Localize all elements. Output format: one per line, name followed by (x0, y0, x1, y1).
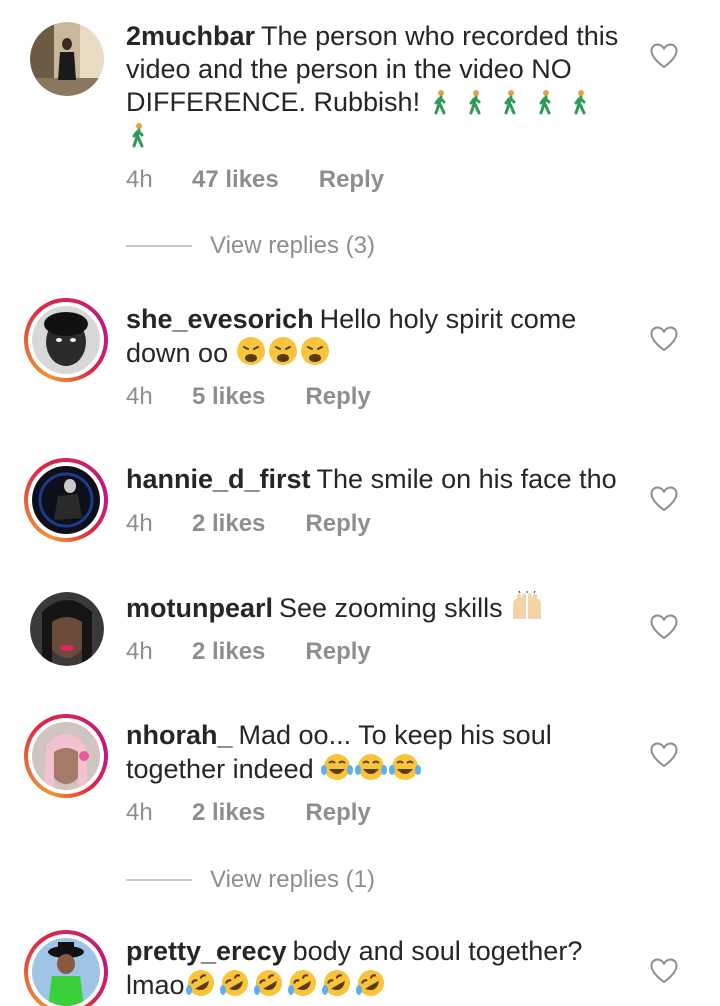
username[interactable]: hannie_d_first (126, 464, 311, 494)
like-heart-icon[interactable] (650, 486, 678, 512)
username[interactable]: she_evesorich (126, 304, 314, 334)
username[interactable]: motunpearl (126, 593, 273, 623)
tears-of-joy-icon (355, 754, 388, 780)
like-heart-icon[interactable] (650, 326, 678, 352)
rolling-on-floor-laughing-icon (219, 970, 248, 996)
walking-person-icon (504, 90, 516, 115)
walking-person-icon (539, 90, 551, 115)
comment-body: The smile on his face tho (316, 464, 617, 494)
walking-person-icon (434, 90, 446, 115)
reply-button[interactable]: Reply (305, 799, 370, 827)
avatar-image (32, 938, 100, 1006)
tears-of-joy-icon (321, 754, 354, 780)
walking-person-icon (469, 90, 481, 115)
weary-face-icon (236, 337, 265, 365)
comment-text: she_evesorich Hello holy spirit come down… (126, 303, 626, 370)
comment-text: hannie_d_first The smile on his face tho (126, 463, 626, 496)
comment-meta: 4h 2 likes Reply (126, 799, 371, 827)
reply-button[interactable]: Reply (305, 383, 370, 411)
emoji-row (321, 754, 423, 784)
emoji-row (236, 337, 332, 368)
rolling-on-floor-laughing-icon (253, 970, 282, 996)
comment-text: motunpearl See zooming skills (126, 591, 626, 625)
reply-button[interactable]: Reply (305, 510, 370, 538)
emoji-row (185, 970, 389, 1000)
rolling-on-floor-laughing-icon (287, 970, 316, 996)
walking-person-icon (132, 123, 144, 148)
emoji-row (510, 591, 553, 623)
reply-button[interactable]: Reply (305, 638, 370, 666)
likes-count[interactable]: 2 likes (192, 510, 265, 538)
rolling-on-floor-laughing-icon (355, 970, 384, 996)
timestamp: 4h (126, 638, 153, 665)
view-replies-label: View replies (3) (210, 232, 375, 259)
username[interactable]: 2muchbar (126, 21, 255, 51)
view-replies-button[interactable]: View replies (3) (126, 232, 375, 260)
avatar-image (32, 466, 100, 534)
comment-text: 2muchbar The person who recorded this vid… (126, 20, 626, 152)
likes-count[interactable]: 2 likes (192, 638, 265, 666)
like-heart-icon[interactable] (650, 43, 678, 69)
avatar-image (30, 22, 104, 96)
comment-meta: 4h 47 likes Reply (126, 166, 384, 194)
avatar[interactable] (24, 930, 108, 1006)
timestamp: 4h (126, 510, 153, 537)
comment-meta: 4h 2 likes Reply (126, 510, 371, 538)
tears-of-joy-icon (389, 754, 422, 780)
likes-count[interactable]: 47 likes (192, 166, 279, 194)
username[interactable]: nhorah_ (126, 720, 233, 750)
comment-meta: 4h 2 likes Reply (126, 638, 371, 666)
reply-button[interactable]: Reply (319, 166, 384, 194)
comment-body: See zooming skills (279, 593, 503, 623)
like-heart-icon[interactable] (650, 958, 678, 984)
raising-hands-icon (513, 591, 542, 619)
rolling-on-floor-laughing-icon (185, 970, 214, 996)
walking-person-icon (574, 90, 586, 115)
weary-face-icon (268, 337, 297, 365)
avatar[interactable] (24, 458, 108, 542)
timestamp: 4h (126, 383, 153, 410)
avatar[interactable] (30, 592, 104, 666)
avatar-image (30, 592, 104, 666)
avatar[interactable] (24, 714, 108, 798)
comment-meta: 4h 5 likes Reply (126, 383, 371, 411)
like-heart-icon[interactable] (650, 614, 678, 640)
timestamp: 4h (126, 166, 153, 193)
likes-count[interactable]: 2 likes (192, 799, 265, 827)
replies-divider (126, 245, 192, 247)
view-replies-button[interactable]: View replies (1) (126, 866, 375, 894)
comment-text: nhorah_ Mad oo... To keep his soul togeth… (126, 719, 626, 786)
likes-count[interactable]: 5 likes (192, 383, 265, 411)
avatar-image (32, 306, 100, 374)
view-replies-label: View replies (1) (210, 866, 375, 893)
username[interactable]: pretty_erecy (126, 936, 287, 966)
replies-divider (126, 879, 192, 881)
like-heart-icon[interactable] (650, 742, 678, 768)
timestamp: 4h (126, 799, 153, 826)
rolling-on-floor-laughing-icon (321, 970, 350, 996)
comment-text: pretty_erecy body and soul together? lmao (126, 935, 626, 1002)
avatar-image (32, 722, 100, 790)
avatar[interactable] (24, 298, 108, 382)
weary-face-icon (300, 337, 329, 365)
avatar[interactable] (30, 22, 104, 96)
